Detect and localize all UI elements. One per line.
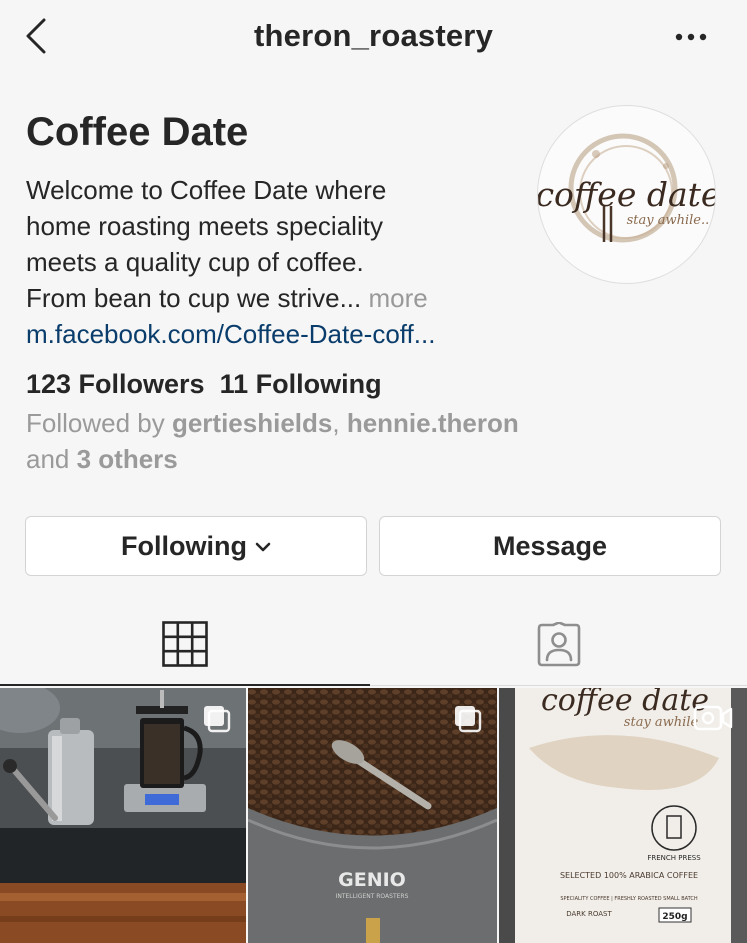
more-options-button[interactable] [672, 22, 712, 52]
bio-more-link[interactable]: more [368, 283, 427, 313]
post-thumbnail[interactable]: coffee date stay awhile FRENCH PRESS SEL… [499, 688, 747, 943]
avatar-logo-text: coffee date [538, 175, 716, 214]
bag-line-1: SELECTED 100% ARABICA COFFEE [560, 871, 698, 880]
followed-by-and: and [26, 444, 77, 474]
profile-avatar[interactable]: coffee date stay awhile... [537, 105, 716, 284]
bag-tagline: stay awhile [624, 715, 699, 730]
roaster-label: GENIO [338, 869, 406, 891]
profile-website-link[interactable]: m.facebook.com/Coffee-Date-coff... [26, 316, 435, 352]
followed-by-prefix: Followed by [26, 408, 172, 438]
tagged-person-icon [537, 621, 580, 666]
message-button-label: Message [492, 530, 608, 561]
following-button-label: Following [121, 530, 247, 561]
followed-by-separator: , [332, 408, 347, 438]
more-horizontal-icon [675, 33, 707, 41]
following-button[interactable]: Following [25, 516, 367, 576]
bag-weight: 250g [662, 912, 687, 922]
post-thumbnail[interactable]: GENIO INTELLIGENT ROASTERS [248, 688, 497, 943]
following-count[interactable]: 11 Following [220, 369, 382, 399]
multiple-posts-icon [455, 706, 482, 733]
post-thumbnail[interactable] [0, 688, 246, 943]
tab-tagged[interactable] [370, 604, 747, 686]
posts-grid: GENIO INTELLIGENT ROASTERS coffee date s… [0, 688, 747, 943]
bio-line: meets a quality cup of coffee. [26, 247, 364, 277]
bio-line-text: From bean to cup we strive... [26, 283, 362, 313]
profile-bio: Welcome to Coffee Date where home roasti… [26, 172, 526, 316]
tab-posts-grid[interactable] [0, 604, 370, 686]
mutual-followers-others-link[interactable]: 3 others [77, 444, 178, 474]
bag-line-3: DARK ROAST [566, 910, 612, 918]
mutual-follower-link[interactable]: hennie.theron [347, 408, 519, 438]
followed-by-text: Followed by gertieshields, hennie.theron… [26, 405, 626, 477]
profile-username: theron_roastery [253, 18, 494, 53]
bag-line-2: SPECIALITY COFFEE | FRESHLY ROASTED SMAL… [560, 896, 698, 902]
bag-brand-text: coffee date [541, 688, 709, 718]
bio-line-last: From bean to cup we strive... more [26, 280, 526, 316]
roaster-sublabel: INTELLIGENT ROASTERS [336, 893, 409, 900]
message-button[interactable]: Message [379, 516, 721, 576]
chevron-down-icon [255, 542, 271, 552]
bio-line: Welcome to Coffee Date where [26, 175, 387, 205]
mutual-follower-link[interactable]: gertieshields [172, 408, 332, 438]
video-icon [693, 705, 733, 731]
bio-line: home roasting meets speciality [26, 211, 383, 241]
profile-stats: 123 Followers 11 Following [26, 369, 382, 400]
profile-display-name: Coffee Date [26, 110, 249, 154]
avatar-tagline: stay awhile... [627, 213, 714, 228]
followers-count[interactable]: 123 Followers [26, 369, 205, 399]
grid-icon [162, 621, 208, 667]
multiple-posts-icon [204, 706, 231, 733]
coffee-date-logo: coffee date stay awhile... [538, 133, 716, 243]
bag-badge: FRENCH PRESS [647, 854, 701, 862]
